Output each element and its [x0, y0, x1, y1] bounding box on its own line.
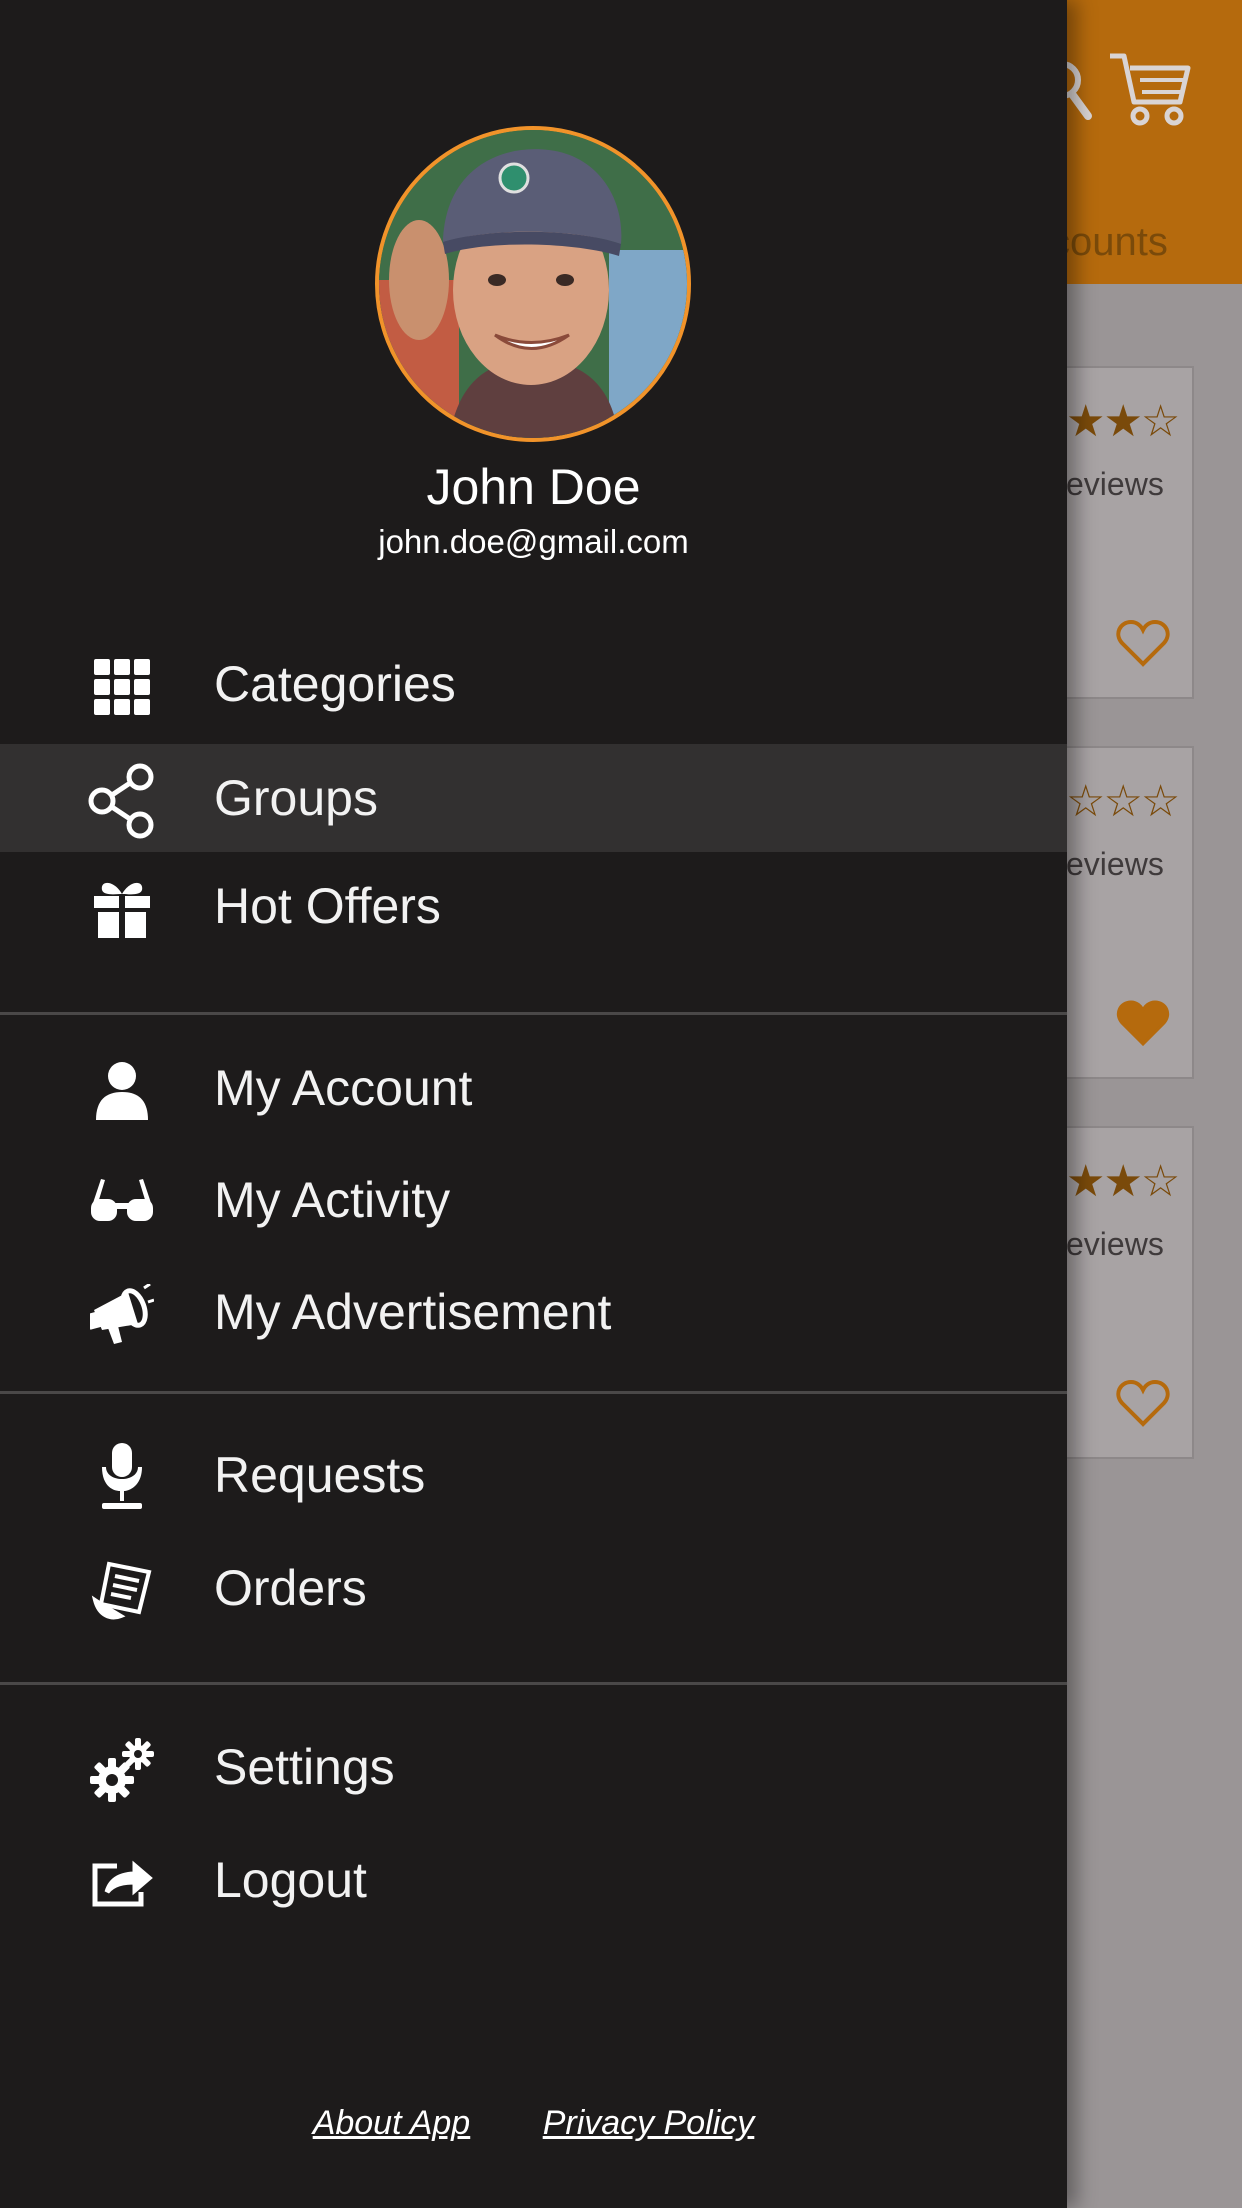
reviews-label: eviews: [1066, 1226, 1164, 1262]
heart-outline-icon[interactable]: [1116, 618, 1170, 668]
user-icon: [84, 1060, 160, 1122]
product-card[interactable]: ★★☆ eviews: [1064, 1126, 1194, 1459]
receipt-icon: [84, 1560, 160, 1622]
menu-item-label: My Activity: [214, 1172, 451, 1228]
logout-icon: [84, 1852, 160, 1914]
rating-stars: ★★☆: [1066, 396, 1180, 447]
menu-item-hot-offers[interactable]: Hot Offers: [0, 852, 1067, 960]
divider: [0, 1391, 1067, 1394]
rating-stars: ☆☆☆: [1066, 776, 1180, 827]
menu-item-label: Groups: [214, 770, 378, 826]
cart-icon[interactable]: [1106, 50, 1194, 130]
menu-item-requests[interactable]: Requests: [0, 1421, 1067, 1529]
privacy-policy-link[interactable]: Privacy Policy: [543, 2104, 755, 2142]
menu-item-orders[interactable]: Orders: [0, 1534, 1067, 1642]
microphone-icon: [84, 1443, 160, 1509]
menu-item-my-account[interactable]: My Account: [0, 1034, 1067, 1142]
menu-item-my-activity[interactable]: My Activity: [0, 1146, 1067, 1254]
user-email: john.doe@gmail.com: [378, 523, 689, 560]
divider: [0, 1682, 1067, 1685]
footer-links: About App Privacy Policy: [0, 2104, 1067, 2143]
menu-item-label: My Advertisement: [214, 1284, 612, 1340]
menu-item-logout[interactable]: Logout: [0, 1826, 1067, 1934]
menu-item-label: Categories: [214, 656, 456, 712]
about-app-link[interactable]: About App: [313, 2104, 471, 2142]
divider: [0, 1012, 1067, 1015]
rating-stars: ★★☆: [1066, 1156, 1180, 1207]
product-card[interactable]: ☆☆☆ eviews: [1064, 746, 1194, 1079]
glasses-icon: [84, 1172, 160, 1234]
menu-item-my-advertisement[interactable]: My Advertisement: [0, 1258, 1067, 1366]
user-name: John Doe: [426, 459, 641, 515]
menu-item-label: Orders: [214, 1560, 367, 1616]
megaphone-icon: [84, 1284, 160, 1346]
avatar[interactable]: [375, 126, 691, 442]
menu-item-label: Hot Offers: [214, 878, 441, 934]
share-icon: [84, 763, 160, 839]
menu-item-label: Requests: [214, 1447, 426, 1503]
menu-item-categories[interactable]: Categories: [0, 630, 1067, 738]
product-card[interactable]: ★★☆ eviews: [1064, 366, 1194, 699]
menu-item-label: Settings: [214, 1739, 395, 1795]
reviews-label: eviews: [1066, 466, 1164, 502]
heart-filled-icon[interactable]: [1116, 998, 1170, 1048]
menu-item-groups[interactable]: Groups: [0, 744, 1067, 852]
reviews-label: eviews: [1066, 846, 1164, 882]
menu-item-settings[interactable]: Settings: [0, 1713, 1067, 1821]
menu-item-label: My Account: [214, 1060, 473, 1116]
tab-label[interactable]: counts: [1050, 220, 1168, 265]
gift-icon: [84, 878, 160, 940]
navigation-drawer: John Doe john.doe@gmail.com Categories G…: [0, 0, 1067, 2208]
heart-outline-icon[interactable]: [1116, 1378, 1170, 1428]
menu-item-label: Logout: [214, 1852, 367, 1908]
gears-icon: [84, 1738, 160, 1802]
grid-icon: [84, 656, 160, 718]
